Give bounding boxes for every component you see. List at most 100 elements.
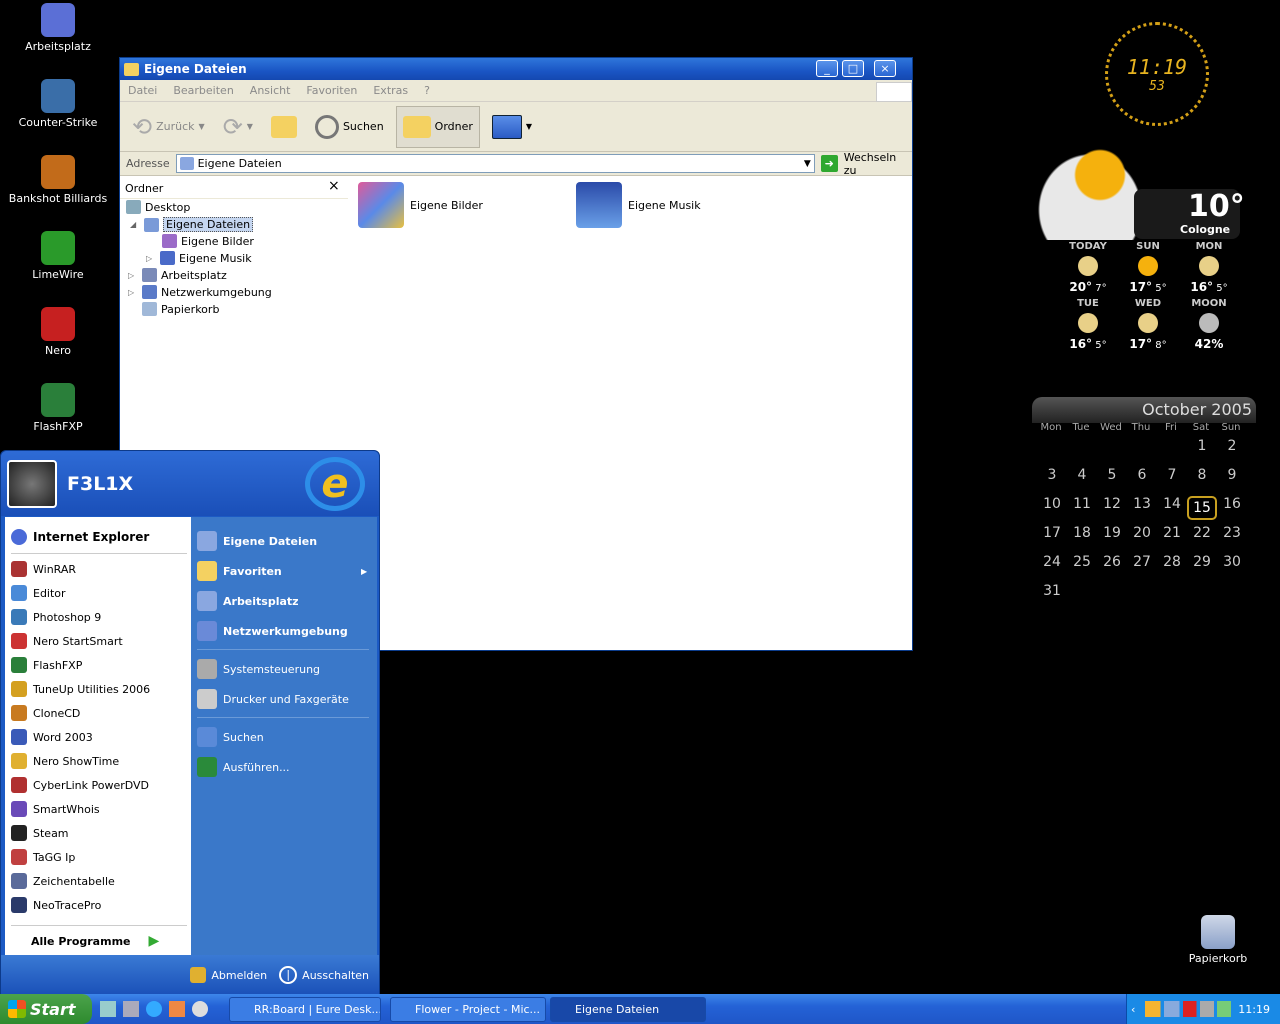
start-button[interactable]: Start (0, 994, 92, 1024)
media-player-icon[interactable] (192, 1001, 208, 1017)
expand-arrow-icon[interactable]: ▷ (146, 254, 156, 263)
calendar-day[interactable]: 6 (1127, 467, 1157, 483)
menu-item[interactable]: Ansicht (242, 84, 299, 97)
program-smartwhois[interactable]: SmartWhois (11, 801, 100, 817)
views-button[interactable]: ▼ (486, 106, 538, 148)
chevron-down-icon[interactable]: ▼ (804, 159, 811, 169)
calendar-day[interactable]: 8 (1187, 467, 1217, 483)
show-desktop-icon[interactable] (100, 1001, 116, 1017)
program-tuneup-utilities-2006[interactable]: TuneUp Utilities 2006 (11, 681, 150, 697)
folders-button[interactable]: Ordner (395, 105, 480, 148)
task-flower[interactable]: Flower - Project - Mic... (390, 997, 546, 1022)
calendar-day[interactable]: 11 (1067, 496, 1097, 512)
pinned-internet-explorer[interactable]: Internet Explorer (11, 529, 149, 545)
calendar-day[interactable]: 4 (1067, 467, 1097, 483)
calendar-day[interactable]: 17 (1037, 525, 1067, 541)
calendar-day[interactable]: 12 (1097, 496, 1127, 512)
program-nero-showtime[interactable]: Nero ShowTime (11, 753, 119, 769)
tree-item-eigene-dateien[interactable]: ◢ Eigene Dateien (130, 217, 254, 232)
desktop-icon-counter-strike[interactable]: Counter-Strike (8, 79, 108, 129)
expand-arrow-icon[interactable]: ▷ (128, 288, 138, 297)
mail-icon[interactable] (169, 1001, 185, 1017)
menu-item[interactable]: Datei (120, 84, 165, 97)
menu-item[interactable]: Bearbeiten (165, 84, 241, 97)
search-button[interactable]: Suchen (309, 106, 390, 148)
all-programs-button[interactable]: Alle Programme ▶ (31, 933, 159, 949)
start-right-ausf-hren-[interactable]: Ausführen... (197, 757, 290, 777)
calendar-day[interactable]: 29 (1187, 554, 1217, 570)
tree-item-arbeitsplatz[interactable]: ▷ Arbeitsplatz (128, 268, 227, 282)
desktop-icon-flashfxp[interactable]: FlashFXP (8, 383, 108, 433)
menu-item[interactable]: Favoriten (298, 84, 365, 97)
maximize-button[interactable]: □ (842, 60, 864, 77)
start-right-eigene-dateien[interactable]: Eigene Dateien (197, 531, 317, 551)
program-word-2003[interactable]: Word 2003 (11, 729, 93, 745)
calendar-day[interactable]: 30 (1217, 554, 1247, 570)
calendar-day[interactable]: 26 (1097, 554, 1127, 570)
program-flashfxp[interactable]: FlashFXP (11, 657, 82, 673)
program-tagg-ip[interactable]: TaGG Ip (11, 849, 75, 865)
calendar-day[interactable]: 25 (1067, 554, 1097, 570)
calendar-day[interactable]: 18 (1067, 525, 1097, 541)
calendar-day[interactable]: 16 (1217, 496, 1247, 512)
calendar-day[interactable]: 10 (1037, 496, 1067, 512)
go-label[interactable]: Wechseln zu (844, 151, 912, 177)
start-right-arbeitsplatz[interactable]: Arbeitsplatz (197, 591, 299, 611)
calendar-day[interactable]: 23 (1217, 525, 1247, 541)
menu-item[interactable]: ? (416, 84, 438, 97)
calendar-day[interactable]: 13 (1127, 496, 1157, 512)
calendar-day[interactable]: 19 (1097, 525, 1127, 541)
calendar-day[interactable]: 27 (1127, 554, 1157, 570)
calendar-day[interactable]: 2 (1217, 438, 1247, 454)
calendar-day[interactable]: 1 (1187, 438, 1217, 454)
forward-button[interactable]: ⟳ ▼ (217, 106, 259, 148)
desktop-icon-limewire[interactable]: LimeWire (8, 231, 108, 281)
back-button[interactable]: ⟲ Zurück ▼ (126, 106, 211, 148)
task-rrboard[interactable]: RR:Board | Eure Desk... (229, 997, 381, 1022)
minimize-button[interactable]: _ (816, 60, 838, 77)
calendar-day[interactable]: 31 (1037, 583, 1067, 599)
start-right-favoriten[interactable]: Favoriten ▶ (197, 561, 367, 581)
tray-icons[interactable] (1145, 1001, 1231, 1017)
calendar-day[interactable]: 22 (1187, 525, 1217, 541)
calendar-day[interactable]: 7 (1157, 467, 1187, 483)
menu-item[interactable]: Extras (365, 84, 416, 97)
tree-item-netzwerkumgebung[interactable]: ▷ Netzwerkumgebung (128, 285, 272, 299)
computer-icon[interactable] (123, 1001, 139, 1017)
title-bar[interactable]: Eigene Dateien (120, 58, 912, 80)
program-neotracepro[interactable]: NeoTracePro (11, 897, 101, 913)
calendar-day[interactable]: 28 (1157, 554, 1187, 570)
program-clonecd[interactable]: CloneCD (11, 705, 80, 721)
calendar-day[interactable]: 9 (1217, 467, 1247, 483)
program-nero-startsmart[interactable]: Nero StartSmart (11, 633, 123, 649)
program-photoshop-9[interactable]: Photoshop 9 (11, 609, 101, 625)
start-right-suchen[interactable]: Suchen (197, 727, 264, 747)
avatar[interactable] (7, 459, 57, 508)
internet-explorer-icon[interactable] (146, 1001, 162, 1017)
tree-item-papierkorb[interactable]: Papierkorb (142, 302, 219, 316)
calendar-day[interactable]: 21 (1157, 525, 1187, 541)
calendar-day[interactable]: 20 (1127, 525, 1157, 541)
calendar-day[interactable]: 15 (1187, 496, 1217, 520)
program-editor[interactable]: Editor (11, 585, 66, 601)
desktop-icon-nero[interactable]: Nero (8, 307, 108, 357)
tree-item-desktop[interactable]: Desktop (126, 200, 190, 214)
start-right-systemsteuerung[interactable]: Systemsteuerung (197, 659, 320, 679)
tree-item-eigene-musik[interactable]: ▷ Eigene Musik (146, 251, 252, 265)
expand-arrow-icon[interactable]: ▷ (128, 271, 138, 280)
file-item-eigene-musik[interactable]: Eigene Musik (576, 182, 701, 228)
desktop-icon-computer[interactable]: Arbeitsplatz (8, 3, 108, 53)
go-arrow-icon[interactable]: ➜ (820, 155, 838, 172)
program-cyberlink-powerdvd[interactable]: CyberLink PowerDVD (11, 777, 149, 793)
desktop-icon-billiards[interactable]: Bankshot Billiards (8, 155, 108, 205)
calendar-day[interactable]: 14 (1157, 496, 1187, 512)
start-right-netzwerkumgebung[interactable]: Netzwerkumgebung (197, 621, 348, 641)
program-zeichentabelle[interactable]: Zeichentabelle (11, 873, 115, 889)
calendar-day[interactable]: 24 (1037, 554, 1067, 570)
calendar-day[interactable]: 5 (1097, 467, 1127, 483)
close-button[interactable]: × (874, 60, 896, 77)
task-eigene-dateien[interactable]: Eigene Dateien (550, 997, 706, 1022)
logoff-button[interactable]: Abmelden (190, 967, 267, 983)
program-winrar[interactable]: WinRAR (11, 561, 76, 577)
tray-clock[interactable]: 11:19 (1238, 1003, 1270, 1016)
